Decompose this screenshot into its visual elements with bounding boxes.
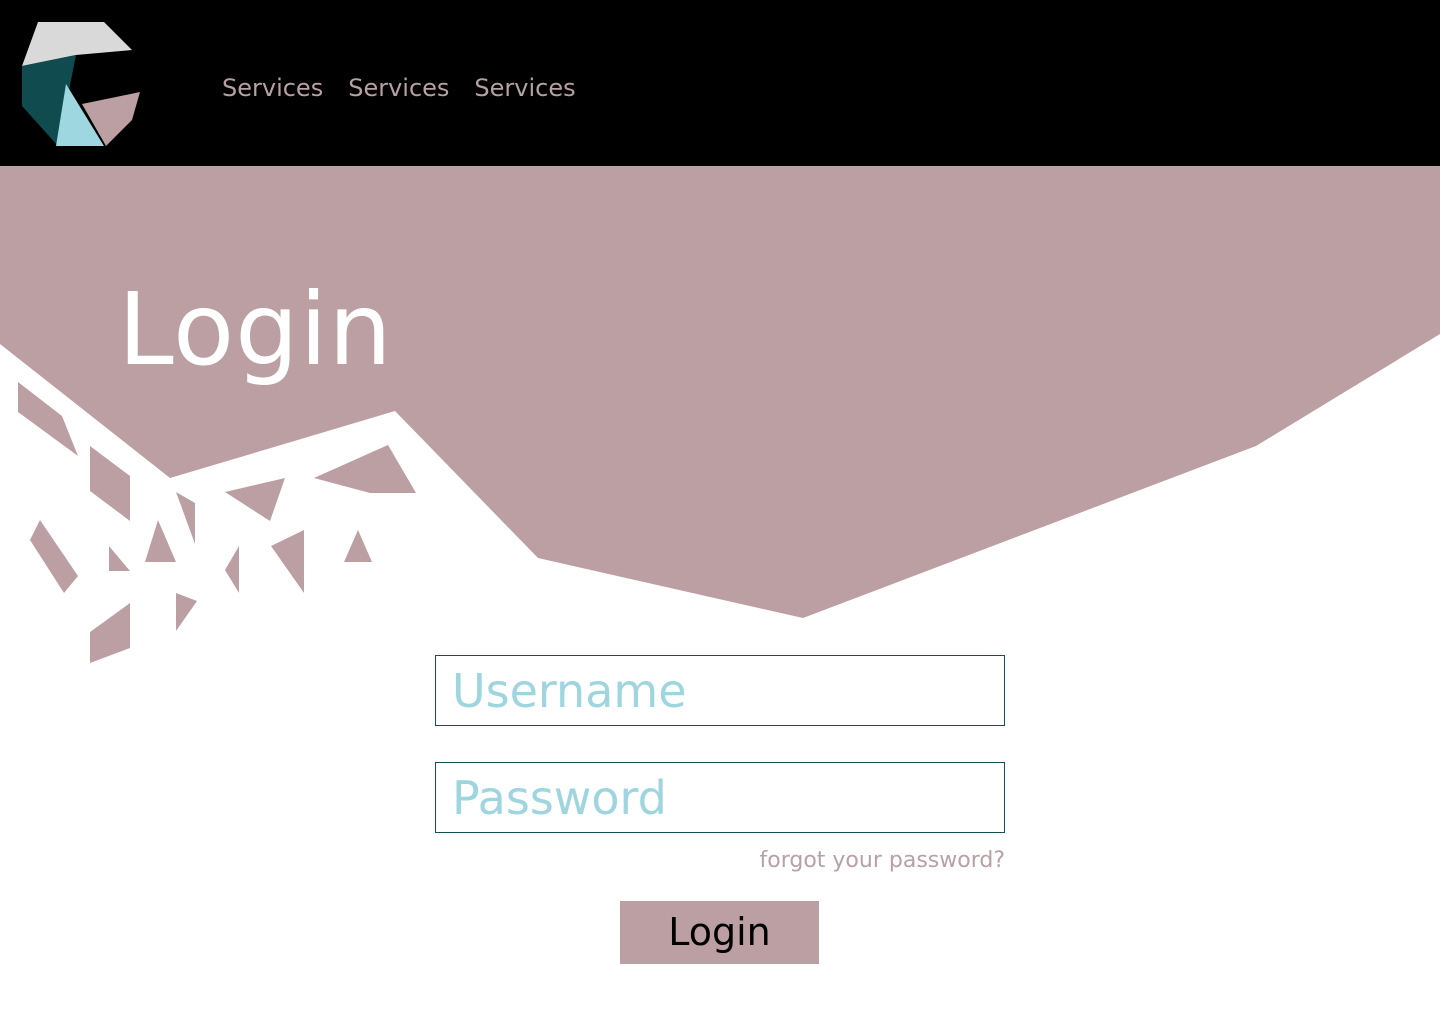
decorative-shard xyxy=(145,520,176,562)
decorative-shard xyxy=(90,603,130,663)
nav-services-1[interactable]: Services xyxy=(222,72,323,104)
decorative-shard xyxy=(314,445,416,493)
username-input[interactable] xyxy=(435,655,1005,726)
nav-services-2[interactable]: Services xyxy=(348,72,449,104)
hero-geometric-background xyxy=(0,166,1440,663)
top-navigation-bar: Services Services Services xyxy=(0,0,1440,166)
nav-services-3[interactable]: Services xyxy=(474,72,575,104)
hero-mauve-banner xyxy=(0,166,1440,618)
decorative-shard xyxy=(225,478,285,521)
password-input[interactable] xyxy=(435,762,1005,833)
decorative-shard xyxy=(30,520,78,593)
login-button[interactable]: Login xyxy=(620,901,819,964)
logo-light-gray-shape xyxy=(22,22,132,66)
decorative-shard xyxy=(271,530,304,593)
geometric-logo-icon xyxy=(22,22,140,146)
forgot-password-link[interactable]: forgot your password? xyxy=(700,846,1006,876)
decorative-shard xyxy=(225,546,239,593)
page-title: Login xyxy=(118,271,393,388)
decorative-shard xyxy=(176,492,195,544)
decorative-shard xyxy=(109,546,130,571)
decorative-shard xyxy=(176,593,197,631)
main-navigation: Services Services Services xyxy=(222,72,576,104)
decorative-shard xyxy=(90,446,130,521)
decorative-shard xyxy=(344,530,372,562)
